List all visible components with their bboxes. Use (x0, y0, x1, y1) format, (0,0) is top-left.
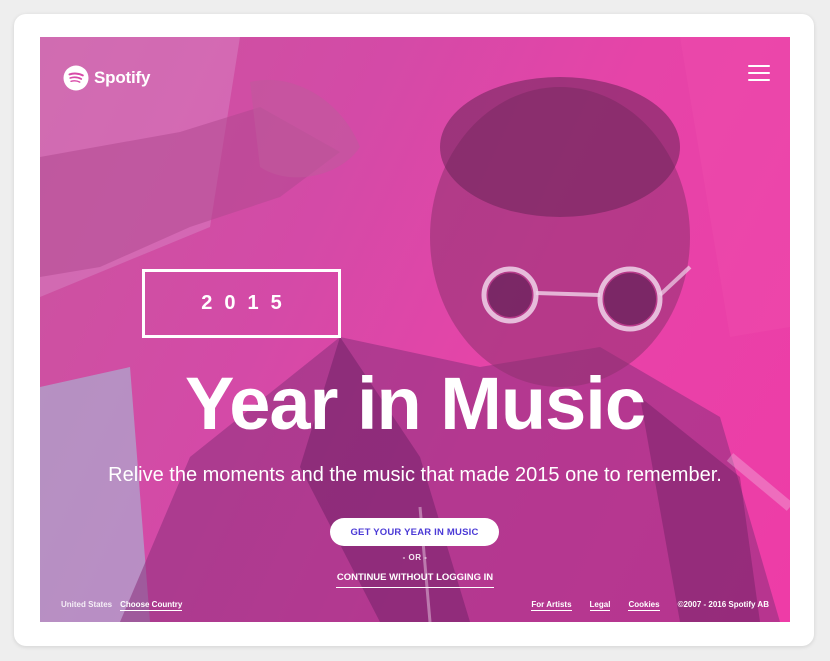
current-country: United States (61, 600, 113, 609)
year-badge: 2015 (142, 269, 341, 338)
page-subtitle: Relive the moments and the music that ma… (108, 464, 722, 486)
menu-line (748, 72, 770, 74)
continue-without-login-link[interactable]: CONTINUE WITHOUT LOGGING IN (336, 572, 494, 588)
or-divider: - OR - (402, 553, 428, 562)
page-title: Year in Music (185, 362, 646, 445)
spotify-logo-icon (63, 65, 89, 91)
get-year-in-music-button[interactable]: GET YOUR YEAR IN MUSIC (330, 518, 499, 546)
brand-name: Spotify (94, 68, 151, 87)
copyright: ©2007 - 2016 Spotify AB (677, 600, 769, 609)
footer-country: United States Choose Country (61, 600, 183, 611)
cookies-link[interactable]: Cookies (628, 600, 660, 611)
spotify-logo[interactable]: Spotify (63, 65, 150, 91)
menu-line (748, 65, 770, 67)
for-artists-link[interactable]: For Artists (531, 600, 572, 611)
footer-links: For Artists Legal Cookies ©2007 - 2016 S… (531, 600, 769, 611)
menu-line (748, 79, 770, 81)
legal-link[interactable]: Legal (589, 600, 611, 611)
hero-section: Spotify 2015 Year in Music Relive the mo… (40, 37, 790, 622)
hamburger-menu-icon[interactable] (748, 62, 770, 84)
choose-country-link[interactable]: Choose Country (120, 600, 183, 611)
